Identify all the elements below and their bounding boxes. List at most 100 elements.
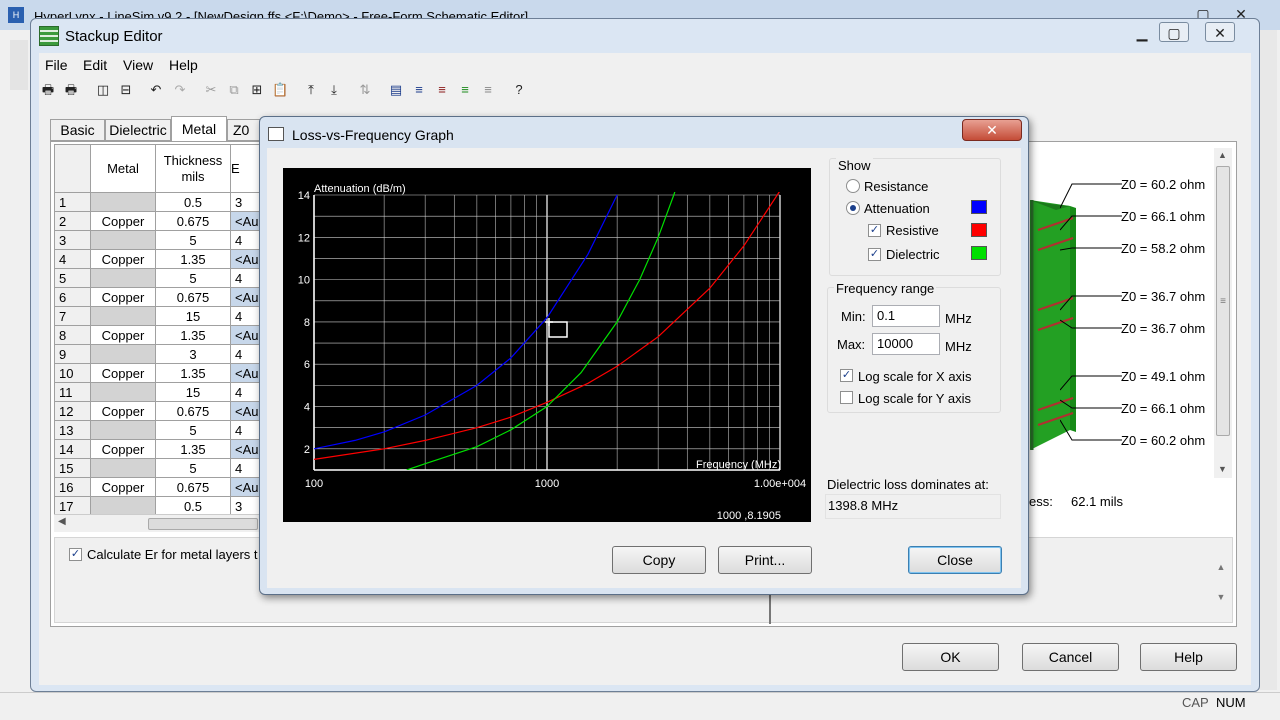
print-icon[interactable]: 🖶 [40,82,56,98]
metal-cell[interactable] [90,192,156,212]
layer-gray-icon[interactable]: ≡ [480,82,496,98]
attenuation-radio[interactable] [846,201,860,215]
copy-button[interactable]: Copy [612,546,706,574]
table-row[interactable]: 16 Copper 0.675 <Au [54,477,264,497]
thickness-cell[interactable]: 0.675 [155,401,231,421]
loss-chart[interactable]: 2 4 6 8 10 12 14 100 1000 1.00e+004 Attenuation (… [283,168,811,522]
copy-special-icon[interactable]: ⊞ [249,82,265,98]
metal-cell[interactable]: Copper [90,363,156,383]
table-row[interactable]: 554 [54,268,264,288]
table-row[interactable]: 14 Copper 1.35 <Au [54,439,264,459]
thickness-cell[interactable]: 5 [155,458,231,478]
table-row[interactable]: 7 15 4 [54,306,264,326]
cut-icon[interactable]: ✂ [203,82,219,98]
tab-dielectric[interactable]: Dielectric [105,119,171,141]
metal-cell[interactable] [90,344,156,364]
thickness-cell[interactable]: 0.675 [155,211,231,231]
vscroll-thumb[interactable]: ≡ [1216,166,1230,436]
table-row[interactable]: 1 0.5 3 [54,192,264,212]
tab-basic[interactable]: Basic [50,119,105,141]
thickness-cell[interactable]: 1.35 [155,249,231,269]
insert-above-icon[interactable]: ⤒ [303,82,319,98]
graphic-vscrollbar[interactable]: ▲ ≡ ▼ [1214,148,1232,478]
move-layer-icon[interactable]: ⇅ [357,82,373,98]
calc-er-scroll[interactable]: ▲ ▼ [1212,552,1230,618]
vscroll-down-icon[interactable]: ▼ [1218,464,1227,474]
table-row[interactable]: 11 15 4 [54,382,264,402]
menu-help[interactable]: Help [169,57,198,73]
redo-icon[interactable]: ↷ [172,82,188,98]
thickness-cell[interactable]: 0.675 [155,477,231,497]
thickness-cell[interactable]: 1.35 [155,325,231,345]
close-button[interactable]: Close [908,546,1002,574]
table-row[interactable]: 934 [54,344,264,364]
paste-icon[interactable]: 📋 [272,82,288,98]
tab-metal[interactable]: Metal [171,116,227,142]
help-question-icon[interactable]: ? [511,82,527,98]
metal-cell[interactable] [90,382,156,402]
table-row[interactable]: 8 Copper 1.35 <Au [54,325,264,345]
stackup-minimize-icon[interactable]: ▁ [1127,23,1157,43]
split-vertical-icon[interactable]: ◫ [95,82,111,98]
thickness-cell[interactable]: 1.35 [155,363,231,383]
vscroll-up-icon[interactable]: ▲ [1218,150,1227,160]
stackup-close-icon[interactable]: ✕ [1205,22,1235,42]
table-row[interactable]: 12 Copper 0.675 <Au [54,401,264,421]
layer-view-icon[interactable]: ▤ [388,82,404,98]
ok-button[interactable]: OK [902,643,999,671]
thickness-cell[interactable]: 15 [155,306,231,326]
resistance-radio[interactable] [846,179,860,193]
table-row[interactable]: 17 0.5 3 [54,496,264,516]
metal-cell[interactable] [90,496,156,516]
dialog-close-icon[interactable]: ✕ [962,119,1022,141]
undo-icon[interactable]: ↶ [148,82,164,98]
resistive-checkbox[interactable]: ✓ [868,224,881,237]
menu-view[interactable]: View [123,57,153,73]
metal-cell[interactable] [90,268,156,288]
stackup-maximize-icon[interactable]: ▢ [1159,22,1189,42]
table-row[interactable]: 6 Copper 0.675 <Au [54,287,264,307]
layer-red-icon[interactable]: ≡ [434,82,450,98]
log-x-checkbox[interactable]: ✓ [840,369,853,382]
split-horizontal-icon[interactable]: ⊟ [118,82,134,98]
cancel-button[interactable]: Cancel [1022,643,1119,671]
thickness-cell[interactable]: 3 [155,344,231,364]
table-row[interactable]: 10 Copper 1.35 <Au [54,363,264,383]
table-row[interactable]: 2 Copper 0.675 <Au [54,211,264,231]
splitter-line[interactable] [769,590,771,624]
metal-cell[interactable] [90,230,156,250]
thickness-cell[interactable]: 0.675 [155,287,231,307]
thickness-cell[interactable]: 1.35 [155,439,231,459]
metal-cell[interactable]: Copper [90,249,156,269]
table-row[interactable]: 13 5 4 [54,420,264,440]
table-row[interactable]: 354 [54,230,264,250]
tab-z0[interactable]: Z0 P [227,119,263,141]
metal-cell[interactable]: Copper [90,211,156,231]
thickness-cell[interactable]: 5 [155,420,231,440]
col-thickness-header[interactable]: Thickness mils [155,144,231,193]
thickness-cell[interactable]: 5 [155,268,231,288]
scroll-left-icon[interactable]: ◀ [58,516,66,527]
print-button[interactable]: Print... [718,546,812,574]
metal-cell[interactable]: Copper [90,287,156,307]
thickness-cell[interactable]: 0.5 [155,496,231,516]
hscroll-thumb[interactable] [148,518,258,530]
thickness-cell[interactable]: 15 [155,382,231,402]
max-input[interactable]: 10000 [872,333,940,355]
metal-cell[interactable] [90,306,156,326]
col-metal-header[interactable]: Metal [90,144,156,193]
metal-cell[interactable]: Copper [90,477,156,497]
help-button[interactable]: Help [1140,643,1237,671]
log-y-checkbox[interactable] [840,391,853,404]
table-row[interactable]: 4 Copper 1.35 <Au [54,249,264,269]
grid-hscrollbar[interactable]: ◀ [54,514,260,532]
menu-file[interactable]: File [45,57,68,73]
insert-below-icon[interactable]: ⤓ [326,82,342,98]
calc-er-checkbox[interactable]: ✓ [69,548,82,561]
metal-cell[interactable] [90,420,156,440]
min-input[interactable]: 0.1 [872,305,940,327]
thickness-cell[interactable]: 5 [155,230,231,250]
metal-cell[interactable]: Copper [90,325,156,345]
thickness-cell[interactable]: 0.5 [155,192,231,212]
layer-green-icon[interactable]: ≡ [457,82,473,98]
